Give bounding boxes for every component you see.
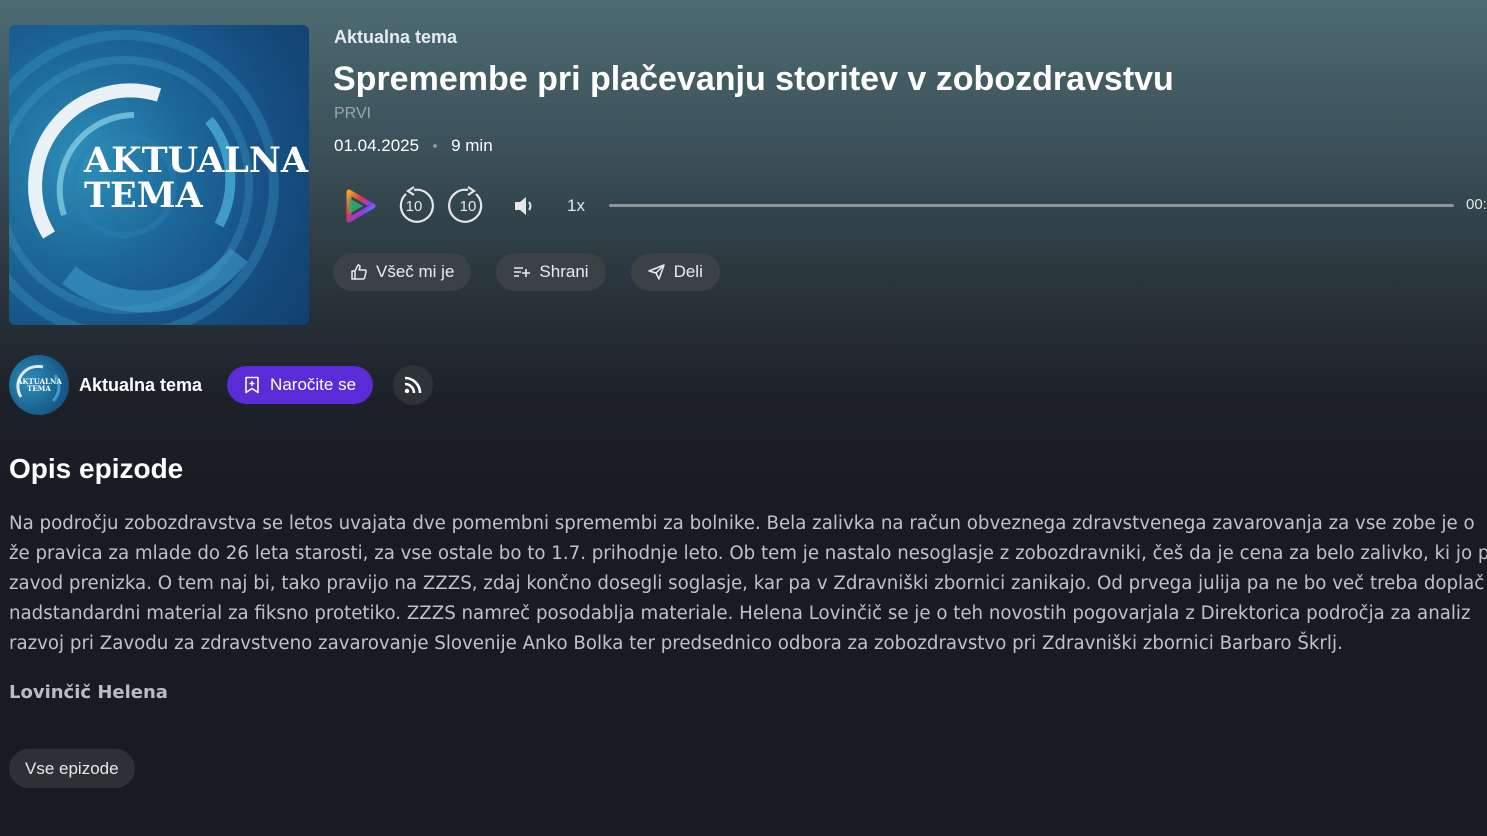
all-episodes-button[interactable]: Vse epizode: [9, 749, 135, 788]
forward-button[interactable]: 10: [448, 182, 488, 230]
episode-author: Lovinčič Helena: [9, 682, 168, 703]
avatar-text: AKTUALNA TEMA: [17, 377, 62, 393]
add-to-list-icon: [514, 267, 531, 277]
volume-button[interactable]: [512, 182, 538, 230]
episode-description: Na področju zobozdravstva se letos uvaja…: [9, 509, 1487, 659]
cover-title-line1: AKTUALNA: [84, 140, 308, 181]
description-line: razvoj pri Zavodu za zdravstveno zavarov…: [9, 633, 1343, 654]
play-button[interactable]: [342, 182, 378, 230]
episode-duration: 9 min: [451, 136, 493, 155]
show-row: AKTUALNA TEMA Aktualna tema Naročite se: [9, 355, 434, 415]
description-line: že pravica za mlade do 26 leta starosti,…: [9, 543, 1487, 564]
save-label: Shrani: [539, 262, 589, 281]
episode-actions: Všeč mi je Shrani Deli: [333, 253, 720, 291]
time-display: 00:: [1466, 196, 1487, 213]
description-line: zavod prenizka. O tem naj bi, tako pravi…: [9, 573, 1485, 594]
speed-button[interactable]: 1x: [562, 182, 590, 230]
rewind-button[interactable]: 10: [394, 182, 434, 230]
cover-title: AKTUALNA TEMA: [84, 143, 308, 213]
episode-meta: 01.04.2025 9 min: [334, 136, 493, 156]
channel-label[interactable]: PRVI: [334, 105, 371, 123]
bookmark-icon: [245, 376, 259, 394]
all-episodes-label: Vse epizode: [25, 758, 119, 778]
share-label: Deli: [673, 262, 703, 281]
page-title: Spremembe pri plačevanju storitev v zobo…: [333, 60, 1174, 98]
separator-dot: [433, 144, 438, 148]
description-line: nadstandardni material za fiksno proteti…: [9, 603, 1471, 624]
speed-label: 1x: [567, 196, 585, 215]
subscribe-label: Naročite se: [270, 375, 357, 394]
share-button[interactable]: Deli: [630, 253, 720, 291]
rewind-label: 10: [405, 197, 423, 215]
progress-bar[interactable]: [609, 204, 1454, 207]
rss-button[interactable]: [393, 365, 434, 405]
description-heading: Opis epizode: [9, 453, 184, 484]
subscribe-button[interactable]: Naročite se: [227, 366, 374, 404]
audio-player: 10 10 1x 00:: [334, 182, 1487, 230]
episode-cover: AKTUALNA TEMA: [9, 25, 309, 325]
episode-date: 01.04.2025: [334, 136, 420, 155]
cover-title-line2: TEMA: [84, 175, 203, 216]
show-name[interactable]: Aktualna tema: [79, 375, 202, 396]
like-label: Všeč mi je: [376, 262, 455, 281]
play-icon: [346, 189, 376, 223]
volume-icon: [515, 197, 532, 215]
show-link[interactable]: Aktualna tema: [334, 27, 457, 48]
description-line: Na področju zobozdravstva se letos uvaja…: [9, 513, 1475, 534]
send-icon: [647, 264, 665, 280]
avatar[interactable]: AKTUALNA TEMA: [9, 355, 69, 415]
save-button[interactable]: Shrani: [496, 253, 606, 291]
rss-icon: [404, 376, 422, 394]
forward-label: 10: [459, 197, 477, 215]
like-button[interactable]: Všeč mi je: [333, 253, 472, 291]
thumbs-up-icon: [351, 264, 367, 280]
